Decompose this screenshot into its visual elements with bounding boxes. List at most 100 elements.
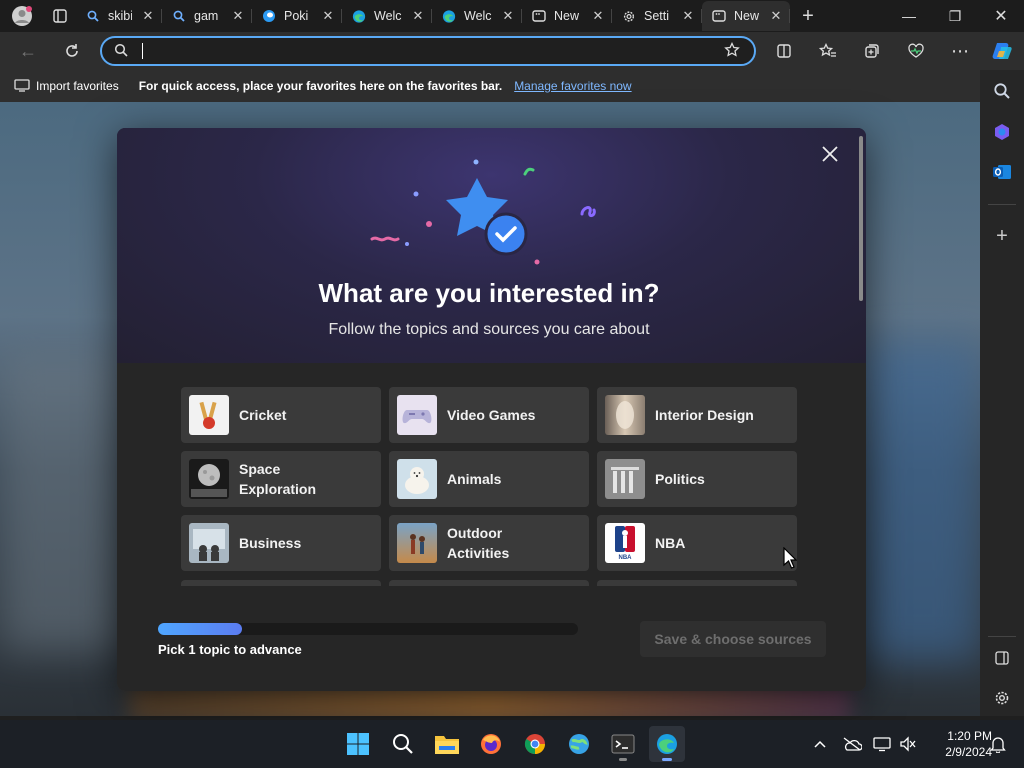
topic-video-games[interactable]: Video Games bbox=[389, 387, 589, 443]
topic-nba[interactable]: NBA NBA bbox=[597, 515, 797, 571]
clock-date: 2/9/2024 bbox=[945, 745, 992, 759]
polar-bear-thumb bbox=[397, 459, 437, 499]
manage-favorites-link[interactable]: Manage favorites now bbox=[514, 79, 631, 93]
edge-taskbar-icon[interactable] bbox=[649, 726, 685, 762]
topic-politics[interactable]: Politics bbox=[597, 451, 797, 507]
svg-text:NBA: NBA bbox=[619, 555, 633, 560]
tab-5[interactable]: Welc ✕ bbox=[432, 1, 522, 31]
background-blur bbox=[0, 352, 130, 652]
tab-label: Poki bbox=[284, 9, 309, 23]
copilot-icon[interactable] bbox=[982, 32, 1022, 70]
topic-animals[interactable]: Animals bbox=[389, 451, 589, 507]
save-choose-sources-button[interactable]: Save & choose sources bbox=[640, 621, 826, 657]
close-window-icon[interactable]: ✕ bbox=[978, 0, 1024, 32]
newtab-icon bbox=[712, 9, 726, 23]
outlook-icon[interactable] bbox=[988, 158, 1016, 186]
close-tab-icon[interactable]: ✕ bbox=[230, 8, 246, 24]
minimize-icon[interactable]: — bbox=[886, 0, 932, 32]
new-tab-plus-icon[interactable]: + bbox=[790, 1, 826, 31]
topic-cricket[interactable]: Cricket bbox=[181, 387, 381, 443]
notification-bell-icon[interactable] bbox=[984, 726, 1012, 762]
collections-icon[interactable] bbox=[852, 32, 892, 70]
close-tab-icon[interactable]: ✕ bbox=[680, 8, 696, 24]
tray-chevron-icon[interactable] bbox=[806, 726, 834, 762]
topic-label: Cricket bbox=[239, 407, 287, 423]
topic-space-exploration[interactable]: Space Exploration bbox=[181, 451, 381, 507]
favorites-icon[interactable] bbox=[808, 32, 848, 70]
browser-essentials-icon[interactable] bbox=[896, 32, 936, 70]
address-input[interactable] bbox=[147, 43, 724, 59]
tab-label: New bbox=[734, 9, 760, 23]
clock-time: 1:20 PM bbox=[947, 729, 992, 743]
background-blur bbox=[860, 342, 980, 662]
topic-business[interactable]: Business bbox=[181, 515, 381, 571]
dialog-scrollbar[interactable] bbox=[859, 136, 863, 301]
close-dialog-icon[interactable] bbox=[818, 142, 842, 166]
tab-label: Welc bbox=[464, 9, 492, 23]
topic-card-partial[interactable] bbox=[181, 580, 381, 586]
topic-card-partial[interactable] bbox=[597, 580, 797, 586]
search-icon bbox=[114, 43, 128, 60]
topic-interior-design[interactable]: Interior Design bbox=[597, 387, 797, 443]
settings-gear-icon[interactable] bbox=[988, 684, 1016, 712]
close-tab-icon[interactable]: ✕ bbox=[320, 8, 336, 24]
copilot-designer-icon[interactable] bbox=[988, 118, 1016, 146]
progress-label: Pick 1 topic to advance bbox=[158, 642, 302, 657]
close-tab-icon[interactable]: ✕ bbox=[500, 8, 516, 24]
tab-actions-icon[interactable] bbox=[44, 1, 76, 31]
tab-2[interactable]: gam ✕ bbox=[162, 1, 252, 31]
back-arrow-icon[interactable]: ← bbox=[8, 32, 48, 70]
edge-icon bbox=[352, 9, 366, 23]
favorite-star-icon[interactable] bbox=[724, 41, 740, 61]
maps-app-icon[interactable] bbox=[561, 726, 597, 762]
close-tab-icon[interactable]: ✕ bbox=[768, 8, 784, 24]
topic-label: Interior Design bbox=[655, 407, 754, 423]
tab-label: skibi bbox=[108, 9, 132, 23]
topic-card-partial[interactable] bbox=[389, 580, 589, 586]
onedrive-icon[interactable] bbox=[838, 726, 866, 762]
close-tab-icon[interactable]: ✕ bbox=[410, 8, 426, 24]
hide-sidebar-icon[interactable] bbox=[988, 644, 1016, 672]
taskbar-search-icon[interactable] bbox=[385, 726, 421, 762]
search-icon[interactable] bbox=[988, 77, 1016, 105]
hikers-thumb bbox=[397, 523, 437, 563]
taskbar: 1:20 PM 2/9/2024 bbox=[0, 720, 1024, 768]
topic-outdoor-activities[interactable]: Outdoor Activities bbox=[389, 515, 589, 571]
cricket-thumb bbox=[189, 395, 229, 435]
terminal-icon[interactable] bbox=[605, 726, 641, 762]
import-icon[interactable] bbox=[14, 78, 30, 95]
profile-avatar[interactable] bbox=[0, 1, 44, 31]
address-bar[interactable] bbox=[100, 36, 756, 66]
tab-3[interactable]: Poki ✕ bbox=[252, 1, 342, 31]
star-check-illustration bbox=[370, 159, 596, 265]
tab-4[interactable]: Welc ✕ bbox=[342, 1, 432, 31]
windows-start-icon[interactable] bbox=[340, 726, 376, 762]
gear-icon bbox=[622, 9, 636, 23]
search-icon bbox=[172, 9, 186, 23]
tab-7[interactable]: Setti ✕ bbox=[612, 1, 702, 31]
newtab-icon bbox=[532, 9, 546, 23]
restore-icon[interactable]: ❐ bbox=[932, 0, 978, 32]
import-favorites-link[interactable]: Import favorites bbox=[36, 79, 119, 93]
more-options-icon[interactable]: ⋯ bbox=[940, 32, 980, 70]
display-icon[interactable] bbox=[868, 726, 896, 762]
volume-muted-icon[interactable] bbox=[894, 726, 922, 762]
close-tab-icon[interactable]: ✕ bbox=[140, 8, 156, 24]
file-explorer-icon[interactable] bbox=[429, 726, 465, 762]
sidebar: + bbox=[980, 70, 1024, 716]
topic-label: Outdoor Activities bbox=[447, 525, 510, 561]
tab-strip: skibi ✕ gam ✕ Poki ✕ Welc ✕ Welc ✕ New ✕… bbox=[0, 0, 1024, 32]
moon-thumb bbox=[189, 459, 229, 499]
tab-label: gam bbox=[194, 9, 219, 23]
refresh-icon[interactable] bbox=[52, 32, 92, 70]
add-plus-icon[interactable]: + bbox=[988, 222, 1016, 250]
close-tab-icon[interactable]: ✕ bbox=[590, 8, 606, 24]
tab-1[interactable]: skibi ✕ bbox=[76, 1, 162, 31]
tab-8-active[interactable]: New ✕ bbox=[702, 1, 790, 31]
running-indicator bbox=[619, 758, 627, 761]
clock[interactable]: 1:20 PM 2/9/2024 bbox=[922, 728, 992, 760]
firefox-icon[interactable] bbox=[473, 726, 509, 762]
split-screen-icon[interactable] bbox=[764, 32, 804, 70]
chrome-icon[interactable] bbox=[517, 726, 553, 762]
tab-6[interactable]: New ✕ bbox=[522, 1, 612, 31]
